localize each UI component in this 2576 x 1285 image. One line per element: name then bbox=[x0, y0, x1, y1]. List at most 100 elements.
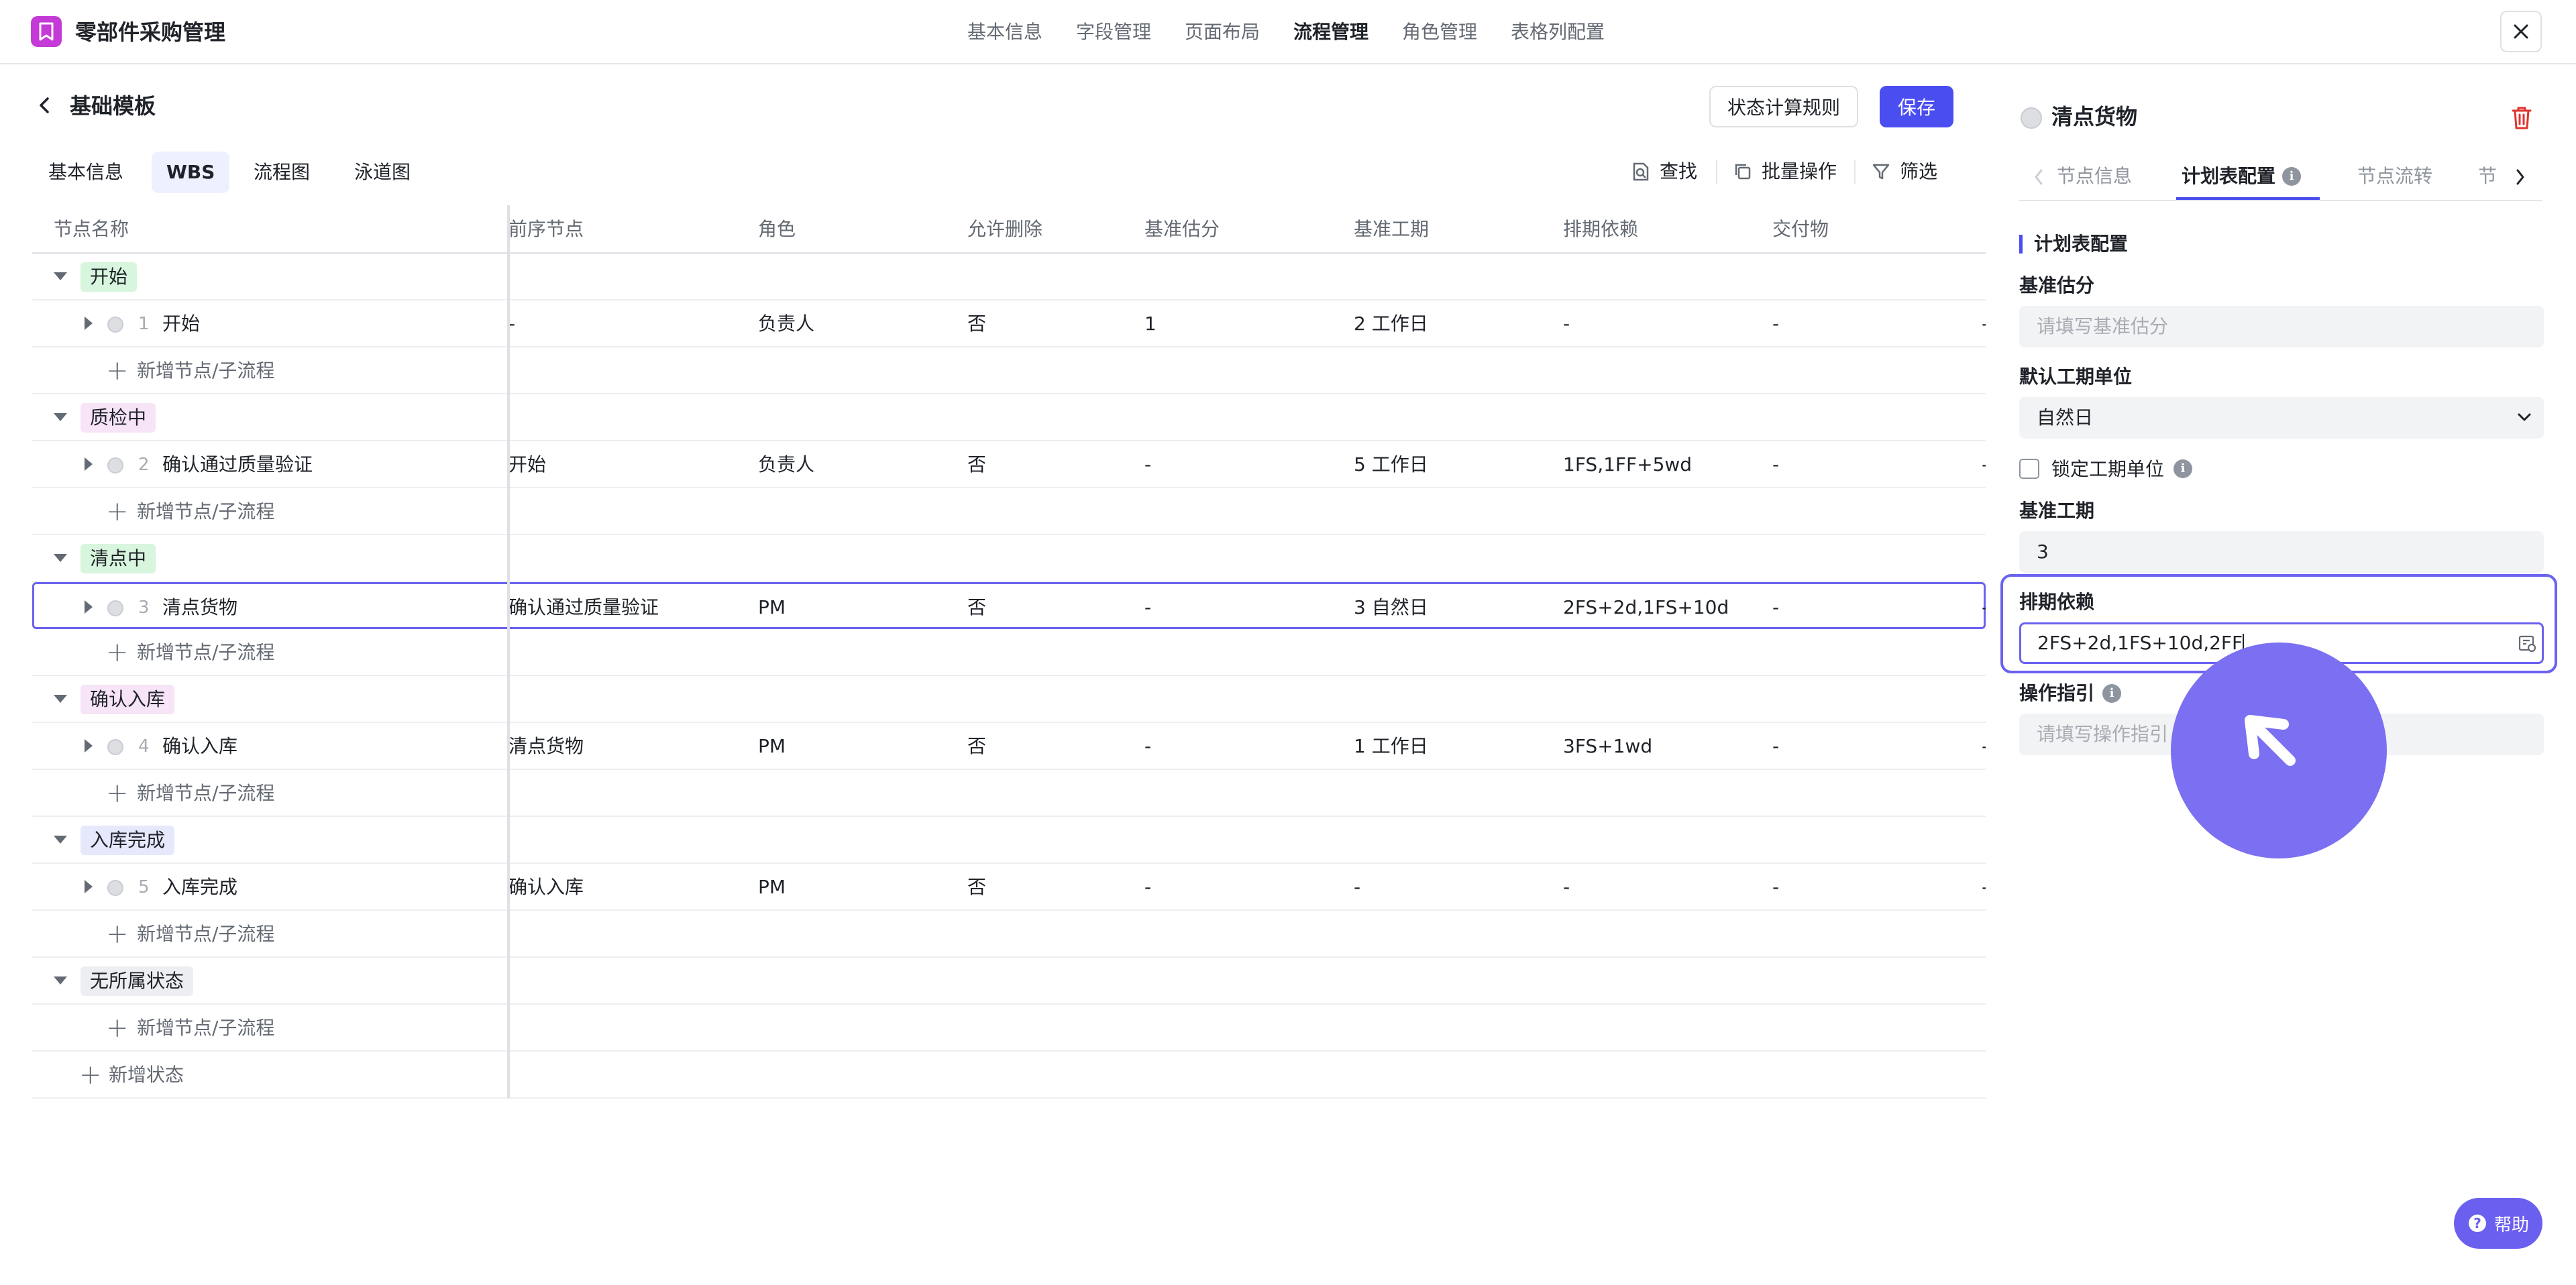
cell-estimate: - bbox=[1144, 735, 1152, 757]
nav-role-management[interactable]: 角色管理 bbox=[1402, 17, 1477, 47]
status-row[interactable]: 入库完成 bbox=[32, 817, 1986, 864]
node-status-dot bbox=[107, 600, 123, 616]
add-state-row[interactable]: + 新增状态 bbox=[32, 1052, 1986, 1099]
close-icon bbox=[2514, 24, 2528, 39]
cell-allow-delete: 否 bbox=[967, 453, 987, 476]
table-row[interactable]: 1开始-负责人否12 工作日--- bbox=[32, 300, 1986, 347]
table-row[interactable]: 2 确认通过质量验证 开始 负责人 否 - 5 工作日 1FS,1FF+5wd - - bbox=[32, 441, 1986, 488]
column-header-predecessor: 前序节点 bbox=[508, 218, 584, 240]
add-node-row[interactable]: + 新增节点/子流程 bbox=[32, 347, 1986, 394]
expand-caret-icon[interactable] bbox=[85, 739, 93, 752]
cell-role: PM bbox=[758, 735, 786, 757]
cell-estimate: - bbox=[1144, 596, 1152, 618]
nav-page-layout[interactable]: 页面布局 bbox=[1185, 17, 1260, 47]
table-row[interactable]: 4 确认入库 清点货物 PM 否 - 1 工作日 3FS+1wd - - bbox=[32, 723, 1986, 770]
base-duration-input[interactable]: 3 bbox=[2019, 531, 2544, 573]
help-button[interactable]: ? 帮助 bbox=[2454, 1198, 2542, 1249]
add-node-label: 新增节点/子流程 bbox=[137, 359, 275, 382]
cell-predecessor: 确认通过质量验证 bbox=[508, 596, 659, 618]
lock-unit-checkbox[interactable] bbox=[2019, 459, 2039, 479]
column-header-role: 角色 bbox=[758, 218, 796, 240]
cursor-arrow-icon bbox=[2245, 715, 2296, 766]
node-name: 确认通过质量验证 bbox=[162, 453, 313, 476]
cell-role: PM bbox=[758, 596, 786, 618]
find-label: 查找 bbox=[1660, 160, 1698, 182]
expand-caret-icon[interactable] bbox=[85, 457, 93, 471]
status-tag: 入库完成 bbox=[80, 826, 175, 855]
status-row[interactable]: 质检中 bbox=[32, 394, 1986, 441]
panel-tab-plan-config[interactable]: 计划表配置 bbox=[2182, 160, 2275, 193]
status-row[interactable]: 确认入库 bbox=[32, 676, 1986, 723]
add-node-label: 新增节点/子流程 bbox=[137, 500, 275, 522]
copy-icon bbox=[1735, 164, 1751, 180]
collapse-caret-icon[interactable] bbox=[54, 976, 67, 985]
node-index: 1 bbox=[138, 314, 150, 334]
app-root: 零部件采购管理 基本信息 字段管理 页面布局 流程管理 角色管理 表格列配置 基… bbox=[0, 0, 2576, 1285]
column-header-node-name: 节点名称 bbox=[54, 218, 129, 240]
collapse-caret-icon[interactable] bbox=[54, 413, 67, 421]
app-title: 零部件采购管理 bbox=[75, 19, 226, 45]
status-row[interactable]: 开始 bbox=[32, 254, 1986, 300]
cell-extra: - bbox=[1982, 864, 1986, 911]
state-calculation-rule-button[interactable]: 状态计算规则 bbox=[1709, 86, 1858, 127]
add-node-row[interactable]: + 新增节点/子流程 bbox=[32, 488, 1986, 535]
formula-icon[interactable] bbox=[2518, 634, 2536, 653]
nav-basic-info[interactable]: 基本信息 bbox=[967, 17, 1042, 47]
add-node-label: 新增节点/子流程 bbox=[137, 782, 275, 804]
column-header-duration: 基准工期 bbox=[1354, 218, 1430, 240]
chevron-down-icon bbox=[2518, 413, 2531, 421]
collapse-caret-icon[interactable] bbox=[54, 272, 67, 280]
expand-caret-icon[interactable] bbox=[85, 600, 93, 614]
plus-icon: + bbox=[79, 1060, 102, 1091]
add-node-row[interactable]: + 新增节点/子流程 bbox=[32, 1005, 1986, 1052]
node-name: 清点货物 bbox=[162, 596, 238, 618]
table-row[interactable]: 3 清点货物 确认通过质量验证 PM 否 - 3 自然日 2FS+2d,1FS+10d... -… bbox=[32, 582, 1986, 629]
cell-duration: 5 工作日 bbox=[1354, 453, 1428, 476]
nav-table-column-config[interactable]: 表格列配置 bbox=[1511, 17, 1605, 47]
add-node-label: 新增节点/子流程 bbox=[137, 923, 275, 945]
find-button[interactable]: 查找 bbox=[1631, 157, 1697, 186]
nav-process-management[interactable]: 流程管理 bbox=[1293, 17, 1368, 47]
panel-tab-truncated[interactable]: 节 bbox=[2478, 160, 2497, 193]
expand-caret-icon[interactable] bbox=[85, 880, 93, 893]
table-row[interactable]: 5 入库完成 确认入库 PM 否 - - - - - bbox=[32, 864, 1986, 911]
close-button[interactable] bbox=[2500, 11, 2542, 52]
filter-icon bbox=[1872, 164, 1890, 180]
info-icon: i bbox=[2102, 684, 2121, 703]
estimate-input[interactable]: 请填写基准估分 bbox=[2019, 306, 2544, 347]
save-button[interactable]: 保存 bbox=[1880, 86, 1953, 127]
status-tag: 清点中 bbox=[80, 544, 156, 573]
cell-role: 负责人 bbox=[758, 313, 815, 335]
top-bar: 零部件采购管理 基本信息 字段管理 页面布局 流程管理 角色管理 表格列配置 bbox=[0, 0, 2576, 64]
cell-deliverable: - bbox=[1772, 735, 1780, 757]
add-node-row[interactable]: + 新增节点/子流程 bbox=[32, 629, 1986, 676]
add-node-row[interactable]: + 新增节点/子流程 bbox=[32, 911, 1986, 958]
tab-basic-info[interactable]: 基本信息 bbox=[34, 152, 138, 193]
status-row[interactable]: 无所属状态 bbox=[32, 958, 1986, 1005]
back-arrow-icon[interactable] bbox=[35, 95, 55, 115]
add-node-row[interactable]: + 新增节点/子流程 bbox=[32, 770, 1986, 817]
tab-scroll-right-icon[interactable] bbox=[2514, 168, 2526, 186]
tab-wbs[interactable]: WBS bbox=[152, 152, 230, 193]
cell-allow-delete: 否 bbox=[967, 313, 987, 335]
tab-scroll-left-icon[interactable] bbox=[2033, 168, 2045, 186]
expand-caret-icon[interactable] bbox=[85, 317, 93, 330]
node-index: 5 bbox=[138, 877, 150, 897]
cell-role: PM bbox=[758, 876, 786, 898]
cell-extra: - bbox=[1982, 441, 1986, 488]
delete-icon[interactable] bbox=[2510, 106, 2533, 130]
nav-field-management[interactable]: 字段管理 bbox=[1076, 17, 1151, 47]
plus-icon: + bbox=[106, 919, 129, 950]
collapse-caret-icon[interactable] bbox=[54, 695, 67, 703]
panel-tab-node-flow[interactable]: 节点流转 bbox=[2357, 160, 2432, 193]
tab-swimlane[interactable]: 泳道图 bbox=[339, 152, 425, 193]
batch-operation-button[interactable]: 批量操作 bbox=[1733, 157, 1837, 186]
collapse-caret-icon[interactable] bbox=[54, 554, 67, 562]
status-row[interactable]: 清点中 bbox=[32, 535, 1986, 582]
duration-unit-select[interactable]: 自然日 bbox=[2019, 397, 2544, 439]
panel-tab-node-info[interactable]: 节点信息 bbox=[2057, 160, 2132, 193]
tab-flowchart[interactable]: 流程图 bbox=[239, 152, 325, 193]
cell-estimate: - bbox=[1144, 453, 1152, 476]
filter-button[interactable]: 筛选 bbox=[1872, 157, 1937, 186]
collapse-caret-icon[interactable] bbox=[54, 836, 67, 844]
